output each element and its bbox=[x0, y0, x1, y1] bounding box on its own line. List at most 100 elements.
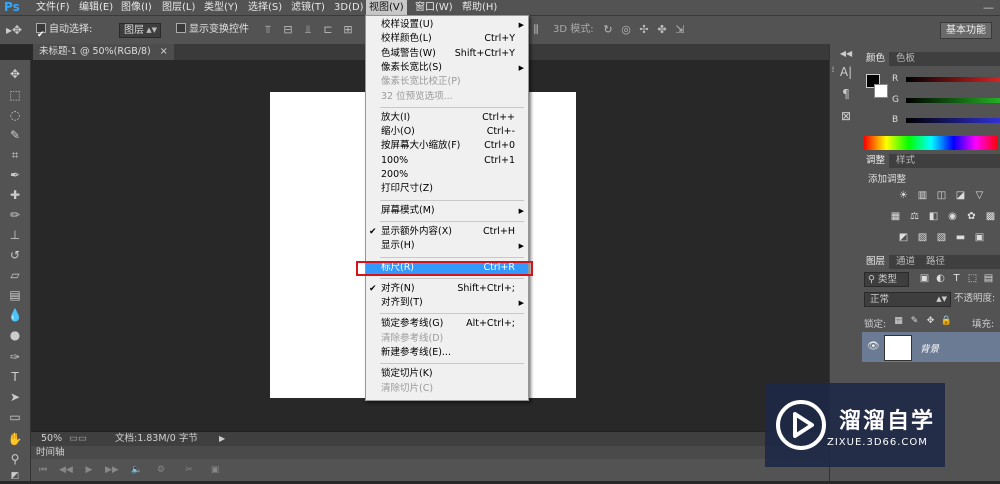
tab-swatches[interactable]: 色板 bbox=[892, 52, 919, 66]
menu-edit[interactable]: 编辑(E) bbox=[79, 0, 113, 15]
rectangle-tool-icon[interactable]: ▭ bbox=[7, 409, 23, 425]
menu-file[interactable]: 文件(F) bbox=[36, 0, 70, 15]
align-left-icon[interactable]: ⊏ bbox=[322, 24, 334, 36]
view-menu-item[interactable]: 200% bbox=[366, 168, 528, 182]
type-tool-icon[interactable]: T bbox=[7, 369, 23, 385]
align-vcenter-icon[interactable]: ⊟ bbox=[282, 24, 294, 36]
close-icon[interactable]: × bbox=[160, 46, 168, 57]
hand-tool-icon[interactable]: ✋ bbox=[7, 431, 23, 447]
dodge-tool-icon[interactable]: ● bbox=[7, 327, 23, 343]
eraser-tool-icon[interactable]: ▱ bbox=[7, 267, 23, 283]
lock-all-icon[interactable]: 🔒 bbox=[940, 315, 953, 327]
view-menu-item[interactable]: 像素长宽比(S) ▶ bbox=[366, 61, 528, 75]
zoom-tool-icon[interactable]: ⚲ bbox=[7, 451, 23, 467]
gradient-tool-icon[interactable]: ▤ bbox=[7, 287, 23, 303]
vibrance-icon[interactable]: ▽ bbox=[973, 190, 986, 202]
menu-help[interactable]: 帮助(H) bbox=[462, 0, 497, 15]
status-info-icon[interactable]: ▭▭ bbox=[69, 432, 87, 446]
align-top-icon[interactable]: ⫪ bbox=[262, 24, 274, 36]
lock-position-icon[interactable]: ✥ bbox=[924, 315, 937, 327]
healing-brush-tool-icon[interactable]: ✚ bbox=[7, 187, 23, 203]
blue-channel-slider[interactable]: B bbox=[892, 116, 1000, 126]
curves-icon[interactable]: ◫ bbox=[935, 190, 948, 202]
green-gradient-bar[interactable] bbox=[906, 98, 1000, 103]
filter-smart-object-icon[interactable]: ▤ bbox=[982, 273, 995, 285]
eye-icon[interactable]: 👁 bbox=[867, 341, 880, 352]
view-menu-item[interactable]: 显示(H) ▶ bbox=[366, 239, 528, 253]
menu-select[interactable]: 选择(S) bbox=[248, 0, 282, 15]
lock-image-icon[interactable]: ✎ bbox=[908, 315, 921, 327]
view-menu-item[interactable]: ✔ 显示额外内容(X) Ctrl+H bbox=[366, 225, 528, 239]
auto-select-dropdown[interactable]: 图层 ▲▼ bbox=[119, 23, 161, 38]
menu-window[interactable]: 窗口(W) bbox=[415, 0, 453, 15]
view-menu-item[interactable]: 打印尺寸(Z) bbox=[366, 182, 528, 196]
status-menu-arrow-icon[interactable]: ▶ bbox=[219, 432, 225, 446]
view-menu-item[interactable]: 校样颜色(L) Ctrl+Y bbox=[366, 32, 528, 46]
red-channel-slider[interactable]: R bbox=[892, 75, 1000, 85]
tab-styles[interactable]: 样式 bbox=[892, 154, 919, 168]
crop-tool-icon[interactable]: ⌗ bbox=[7, 147, 23, 163]
move-tool-icon[interactable]: ▸✥ bbox=[6, 16, 22, 44]
color-spectrum-ramp[interactable] bbox=[864, 136, 998, 150]
posterize-icon[interactable]: ▨ bbox=[916, 232, 929, 244]
menu-filter[interactable]: 滤镜(T) bbox=[291, 0, 325, 15]
settings-icon[interactable]: ⚙ bbox=[155, 464, 167, 476]
distribute-icon[interactable]: ⫼ bbox=[530, 24, 542, 36]
color-swatches-icon[interactable]: ◩ bbox=[7, 468, 23, 484]
filter-shape-icon[interactable]: ⬚ bbox=[966, 273, 979, 285]
blur-tool-icon[interactable]: 💧 bbox=[7, 307, 23, 323]
pen-tool-icon[interactable]: ✑ bbox=[7, 349, 23, 365]
transition-icon[interactable]: ▣ bbox=[209, 464, 221, 476]
tab-color[interactable]: 颜色 bbox=[862, 52, 890, 66]
levels-icon[interactable]: ▥ bbox=[916, 190, 929, 202]
tab-layers[interactable]: 图层 bbox=[862, 255, 890, 269]
selective-color-icon[interactable]: ▣ bbox=[973, 232, 986, 244]
menu-view[interactable]: 视图(V) bbox=[366, 0, 407, 15]
first-frame-icon[interactable]: ⏮ bbox=[37, 464, 49, 476]
document-tab[interactable]: 未标题-1 @ 50%(RGB/8) × bbox=[33, 44, 174, 60]
play-icon[interactable]: ▶ bbox=[83, 464, 95, 476]
green-channel-slider[interactable]: G bbox=[892, 96, 1000, 106]
tab-channels[interactable]: 通道 bbox=[892, 255, 919, 269]
prev-frame-icon[interactable]: ◀◀ bbox=[59, 464, 73, 476]
view-menu-item[interactable]: 32 位预览选项... bbox=[366, 90, 528, 104]
marquee-tool-icon[interactable]: ⬚ bbox=[7, 87, 23, 103]
filter-adjustment-icon[interactable]: ◐ bbox=[934, 273, 947, 285]
background-color-swatch[interactable] bbox=[874, 84, 888, 98]
photo-filter-icon[interactable]: ◉ bbox=[946, 211, 959, 223]
exposure-icon[interactable]: ◪ bbox=[954, 190, 967, 202]
auto-select-checkbox[interactable]: 自动选择: bbox=[36, 16, 92, 49]
quick-select-tool-icon[interactable]: ✎ bbox=[7, 127, 23, 143]
3d-rotate-icon[interactable]: ↻ bbox=[602, 24, 614, 36]
history-brush-tool-icon[interactable]: ↺ bbox=[7, 247, 23, 263]
view-menu-item[interactable]: ✔ 对齐(N) Shift+Ctrl+; bbox=[366, 282, 528, 296]
blue-gradient-bar[interactable] bbox=[906, 118, 1000, 123]
color-balance-icon[interactable]: ⚖ bbox=[908, 211, 921, 223]
zoom-level[interactable]: 50% bbox=[41, 432, 62, 446]
tab-adjustments[interactable]: 调整 bbox=[862, 154, 890, 168]
align-bottom-icon[interactable]: ⫫ bbox=[302, 24, 314, 36]
minimize-button[interactable]: — bbox=[983, 0, 994, 15]
black-white-icon[interactable]: ◧ bbox=[927, 211, 940, 223]
blend-mode-dropdown[interactable]: 正常 ▲▼ bbox=[864, 292, 951, 307]
path-select-tool-icon[interactable]: ➤ bbox=[7, 389, 23, 405]
3d-pan-icon[interactable]: ✣ bbox=[638, 24, 650, 36]
view-menu-item[interactable]: 放大(I) Ctrl++ bbox=[366, 111, 528, 125]
timeline-label[interactable]: 时间轴 bbox=[36, 446, 65, 459]
3d-slide-icon[interactable]: ✤ bbox=[656, 24, 668, 36]
layer-name[interactable]: 背景 bbox=[920, 341, 939, 355]
view-menu-item[interactable]: 缩小(O) Ctrl+- bbox=[366, 125, 528, 139]
layer-row[interactable]: 👁 背景 bbox=[862, 332, 1000, 362]
move-tool-icon[interactable]: ✥ bbox=[7, 66, 23, 82]
3d-roll-icon[interactable]: ◎ bbox=[620, 24, 632, 36]
menu-image[interactable]: 图像(I) bbox=[121, 0, 152, 15]
lasso-tool-icon[interactable]: ◌ bbox=[7, 107, 23, 123]
menu-layer[interactable]: 图层(L) bbox=[162, 0, 195, 15]
view-menu-item[interactable]: 对齐到(T) ▶ bbox=[366, 296, 528, 310]
next-frame-icon[interactable]: ▶▶ bbox=[105, 464, 119, 476]
audio-icon[interactable]: 🔈 bbox=[131, 464, 143, 476]
hue-saturation-icon[interactable]: ▦ bbox=[889, 211, 902, 223]
view-menu-item[interactable]: 清除切片(C) bbox=[366, 382, 528, 396]
view-menu-item[interactable]: 锁定参考线(G) Alt+Ctrl+; bbox=[366, 317, 528, 331]
brush-tool-icon[interactable]: ✏ bbox=[7, 207, 23, 223]
